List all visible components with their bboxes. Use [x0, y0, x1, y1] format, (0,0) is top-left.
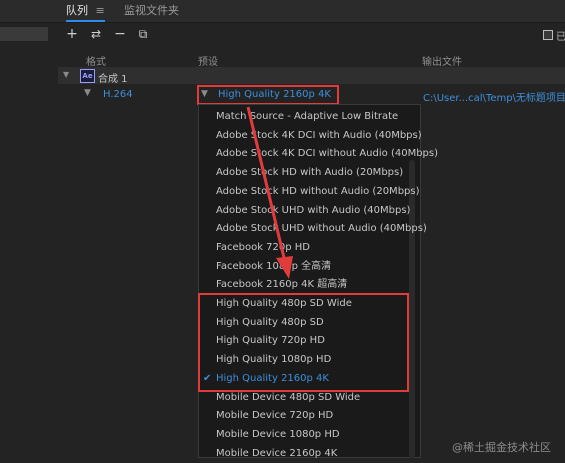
preset-option[interactable]: Facebook 720p HD	[216, 239, 310, 257]
annotation-highlight-box	[198, 293, 409, 392]
preset-option[interactable]: Match Source - Adaptive Low Bitrate	[216, 108, 398, 126]
preset-option[interactable]: Mobile Device 720p HD	[216, 407, 333, 425]
tab-queue[interactable]: 队列 ≡	[66, 2, 105, 22]
preset-dropdown[interactable]: High Quality 2160p 4K	[218, 89, 331, 100]
chevron-down-icon[interactable]: ▼	[84, 88, 91, 98]
preset-option[interactable]: Adobe Stock UHD with Audio (40Mbps)	[216, 202, 410, 220]
checkbox[interactable]	[543, 30, 553, 40]
chevron-down-icon[interactable]: ▼	[63, 70, 69, 79]
left-panel-header	[0, 0, 58, 22]
duplicate-icon[interactable]: ⧉	[136, 27, 150, 41]
checkbox-label: 已	[556, 32, 565, 43]
format-value[interactable]: H.264	[103, 89, 133, 100]
settings-sliders-icon[interactable]: ⇄	[89, 27, 103, 41]
column-header-preset[interactable]: 预设	[198, 53, 218, 68]
minus-icon[interactable]: −	[113, 27, 127, 41]
preset-option[interactable]: Adobe Stock UHD without Audio (40Mbps)	[216, 220, 427, 238]
watermark: @稀土掘金技术社区	[452, 441, 551, 454]
preset-option[interactable]: Facebook 2160p 4K 超高清	[216, 276, 347, 294]
plus-icon[interactable]: +	[65, 27, 79, 41]
column-header-output[interactable]: 输出文件	[422, 53, 462, 68]
chevron-down-icon[interactable]: ▼	[201, 89, 208, 99]
preset-option[interactable]: Facebook 1080p 全高清	[216, 258, 331, 276]
preset-option[interactable]: Mobile Device 1080p HD	[216, 426, 340, 444]
after-effects-icon: Ae	[80, 69, 95, 83]
tab-watch-folders[interactable]: 监视文件夹	[124, 2, 179, 18]
column-header-format[interactable]: 格式	[86, 53, 106, 68]
panel-menu-icon[interactable]: ≡	[96, 4, 105, 17]
preset-option[interactable]: Adobe Stock HD without Audio (20Mbps)	[216, 183, 420, 201]
tab-queue-label: 队列	[66, 4, 88, 17]
preset-option[interactable]: Adobe Stock 4K DCI without Audio (40Mbps…	[216, 145, 438, 163]
preset-option[interactable]: Adobe Stock HD with Audio (20Mbps)	[216, 164, 403, 182]
queue-group-row[interactable]	[58, 67, 565, 84]
preset-option[interactable]: Adobe Stock 4K DCI with Audio (40Mbps)	[216, 127, 422, 145]
preset-option[interactable]: Mobile Device 2160p 4K	[216, 445, 337, 463]
tab-watch-folders-label: 监视文件夹	[124, 4, 179, 17]
output-file-link[interactable]: C:\User...cal\Temp\无标题项目_	[423, 89, 565, 104]
left-panel-field[interactable]	[0, 27, 48, 41]
group-label: 合成 1	[98, 74, 128, 85]
